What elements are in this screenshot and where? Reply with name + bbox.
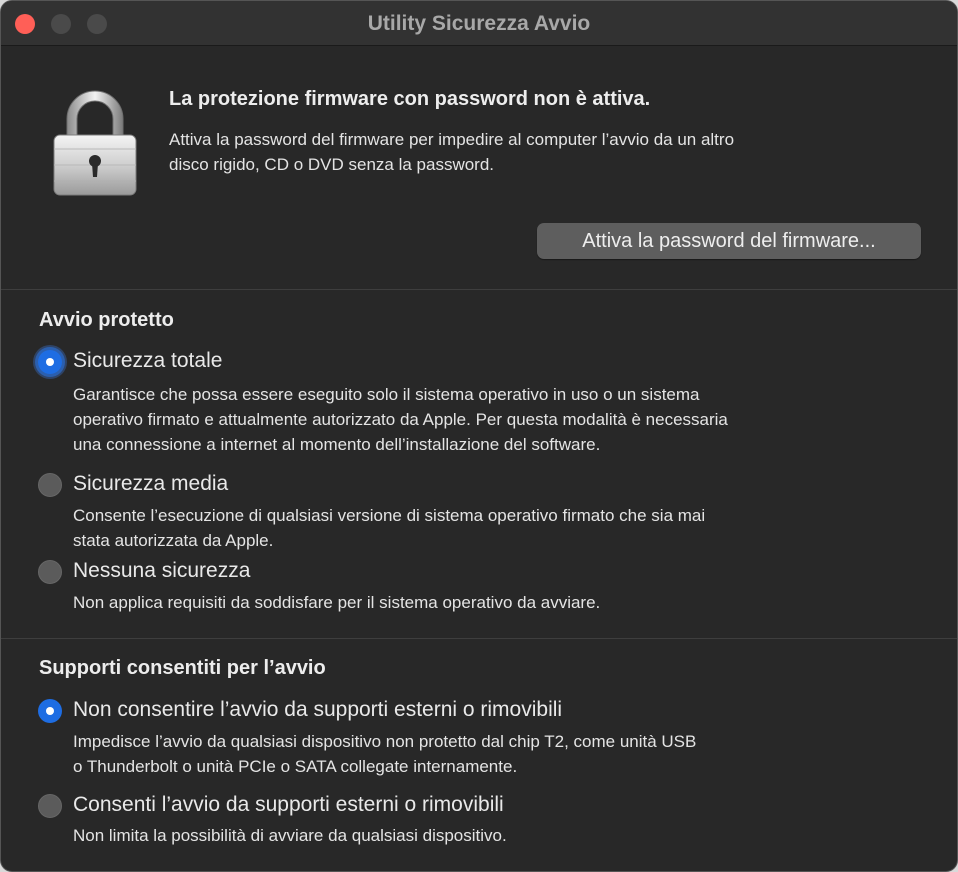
startup-security-window: Utility Sicurezza Avvio La protezione fi… xyxy=(0,0,958,872)
medium-security-radio[interactable] xyxy=(38,473,62,497)
allow-external-boot-label[interactable]: Consenti l’avvio da supporti esterni o r… xyxy=(73,793,504,817)
padlock-icon xyxy=(53,90,137,196)
window-title: Utility Sicurezza Avvio xyxy=(367,12,591,35)
full-security-description: Garantisce che possa essere eseguito sol… xyxy=(73,385,728,454)
full-security-label[interactable]: Sicurezza totale xyxy=(73,349,222,373)
full-security-radio[interactable] xyxy=(38,350,62,374)
title-bar: Utility Sicurezza Avvio xyxy=(1,1,957,46)
disallow-external-boot-description: Impedisce l’avvio da qualsiasi dispositi… xyxy=(73,732,697,776)
disallow-external-boot-label[interactable]: Non consentire l’avvio da supporti ester… xyxy=(73,698,562,722)
turn-on-firmware-password-button[interactable]: Attiva la password del firmware... xyxy=(537,223,921,259)
medium-security-description: Consente l’esecuzione di qualsiasi versi… xyxy=(73,506,706,550)
boot-media-title: Supporti consentiti per l’avvio xyxy=(39,657,326,679)
disallow-external-boot-radio[interactable] xyxy=(38,699,62,723)
secure-boot-title: Avvio protetto xyxy=(39,309,174,331)
no-security-radio[interactable] xyxy=(38,560,62,584)
allow-external-boot-description: Non limita la possibilità di avviare da … xyxy=(73,826,507,845)
divider xyxy=(1,289,957,290)
no-security-description: Non applica requisiti da soddisfare per … xyxy=(73,593,601,612)
allow-external-boot-radio[interactable] xyxy=(38,794,62,818)
medium-security-label[interactable]: Sicurezza media xyxy=(73,472,228,496)
firmware-description: Attiva la password del firmware per impe… xyxy=(169,130,735,174)
no-security-label[interactable]: Nessuna sicurezza xyxy=(73,559,250,583)
divider xyxy=(1,638,957,639)
firmware-status-headline: La protezione firmware con password non … xyxy=(169,88,651,110)
